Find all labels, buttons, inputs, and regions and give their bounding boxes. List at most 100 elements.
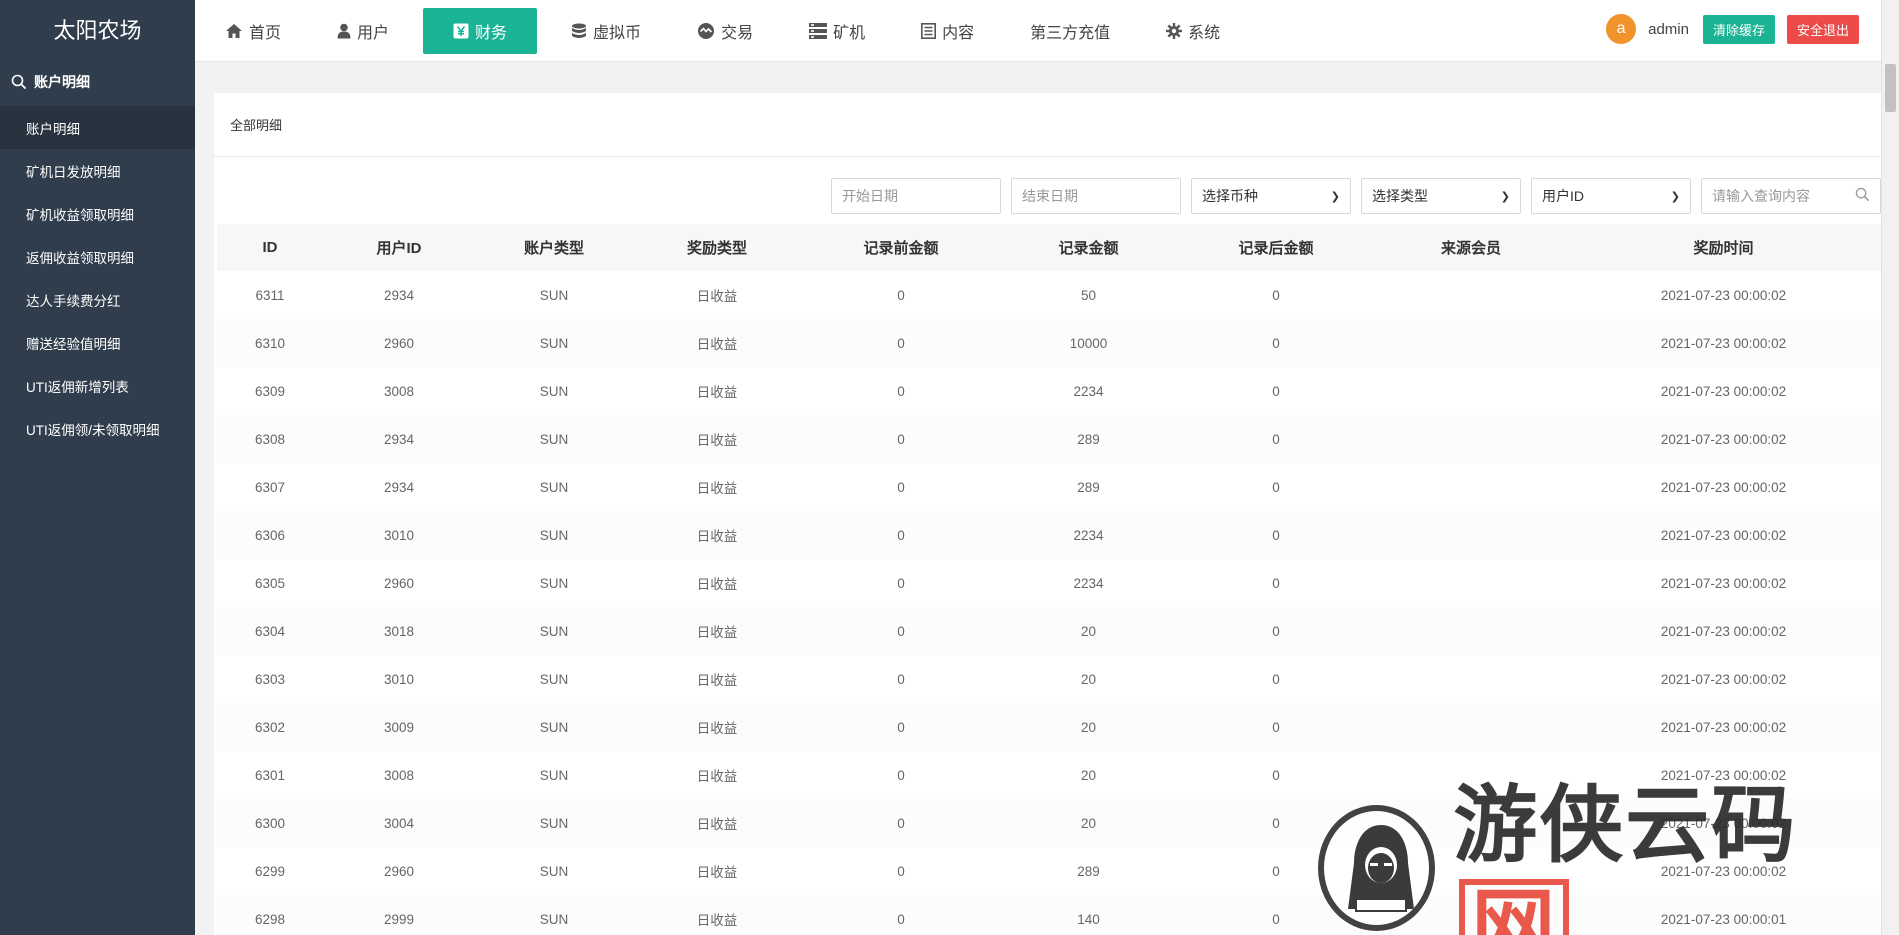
table-cell: 6306 <box>254 527 286 543</box>
table-cell: 日收益 <box>696 913 738 928</box>
hacker-logo-icon <box>1318 804 1436 931</box>
table-cell: 6308 <box>254 431 286 447</box>
table-cell: 20 <box>1080 719 1097 735</box>
table-row[interactable]: 6306 3010 SUN 日收益 0 2234 0 2021-07-23 00:00:02 <box>217 511 1881 559</box>
nav-system[interactable]: 系统 <box>1138 8 1248 54</box>
top-navbar: 首页 用户 财务 虚拟币 交易 矿机 内容 第三方充值 系统 a admin 清… <box>195 0 1899 62</box>
scrollbar-thumb[interactable] <box>1885 64 1896 112</box>
yen-icon <box>453 23 469 39</box>
top-scrollbar[interactable] <box>1881 0 1899 62</box>
table-row[interactable]: 6308 2934 SUN 日收益 0 289 0 2021-07-23 00:00:02 <box>217 415 1881 463</box>
table-cell: 3008 <box>383 767 415 783</box>
nav-finance[interactable]: 财务 <box>423 8 538 54</box>
table-cell: SUN <box>539 527 569 543</box>
user-icon <box>337 23 351 39</box>
watermark-text: 游侠云码网 <box>1453 758 1878 935</box>
column-header: 记录前金额 <box>863 240 939 257</box>
table-cell: 6303 <box>254 671 286 687</box>
watermark-main-text: 游侠云码 <box>1453 776 1798 874</box>
table-cell: 0 <box>1272 623 1280 639</box>
sidebar-item-rebate-earnings[interactable]: 返佣收益领取明细 <box>0 235 195 278</box>
sidebar-item-miner-earnings[interactable]: 矿机收益领取明细 <box>0 192 195 235</box>
table-cell: 0 <box>897 431 905 447</box>
table-cell: SUN <box>539 719 569 735</box>
table-cell: 0 <box>897 527 905 543</box>
sidebar-section-header[interactable]: 账户明细 <box>0 58 195 106</box>
table-row[interactable]: 6309 3008 SUN 日收益 0 2234 0 2021-07-23 00:00:02 <box>217 367 1881 415</box>
column-header: ID <box>262 239 278 256</box>
sidebar-item-expert-dividend[interactable]: 达人手续费分红 <box>0 278 195 321</box>
table-cell: 日收益 <box>696 625 738 640</box>
table-row[interactable]: 6310 2960 SUN 日收益 0 10000 0 2021-07-23 00:00:02 <box>217 319 1881 367</box>
currency-select[interactable]: 选择币种 ❯ <box>1191 178 1351 214</box>
table-row[interactable]: 6302 3009 SUN 日收益 0 20 0 2021-07-23 00:00:02 <box>217 703 1881 751</box>
nav-content-label: 内容 <box>942 25 975 42</box>
table-cell: 6305 <box>254 575 286 591</box>
table-cell: 日收益 <box>696 529 738 544</box>
table-row[interactable]: 6304 3018 SUN 日收益 0 20 0 2021-07-23 00:00:02 <box>217 607 1881 655</box>
type-select[interactable]: 选择类型 ❯ <box>1361 178 1521 214</box>
logout-button[interactable]: 安全退出 <box>1786 14 1859 44</box>
table-cell: 2021-07-23 00:00:02 <box>1660 479 1787 495</box>
exchange-icon <box>697 22 715 40</box>
table-cell: 0 <box>1272 767 1280 783</box>
table-cell: 0 <box>1272 383 1280 399</box>
table-cell: 3004 <box>383 815 415 831</box>
tab-all-details[interactable]: 全部明细 <box>226 115 286 134</box>
user-field-select[interactable]: 用户ID ❯ <box>1531 178 1691 214</box>
table-cell: 2021-07-23 00:00:02 <box>1660 527 1787 543</box>
nav-miner[interactable]: 矿机 <box>781 8 893 54</box>
table-cell: 2021-07-23 00:00:02 <box>1660 671 1787 687</box>
start-date-input[interactable]: 开始日期 <box>831 178 1001 214</box>
username[interactable]: admin <box>1648 21 1689 38</box>
nav-home[interactable]: 首页 <box>195 8 309 54</box>
table-cell: 日收益 <box>696 865 738 880</box>
table-cell: 0 <box>897 335 905 351</box>
nav-user[interactable]: 用户 <box>309 8 417 54</box>
sidebar-item-experience-gift[interactable]: 赠送经验值明细 <box>0 321 195 364</box>
table-cell <box>1376 415 1566 463</box>
search-icon[interactable] <box>1855 187 1870 205</box>
search-icon <box>10 73 28 91</box>
table-cell: 日收益 <box>696 769 738 784</box>
table-cell: SUN <box>539 863 569 879</box>
table-cell: 0 <box>897 815 905 831</box>
nav-crypto-label: 虚拟币 <box>593 25 642 42</box>
table-cell: 日收益 <box>696 673 738 688</box>
column-header: 来源会员 <box>1440 240 1501 257</box>
sidebar-item-account-detail[interactable]: 账户明细 <box>0 106 195 149</box>
table-cell: 0 <box>1272 671 1280 687</box>
nav-third-party-recharge[interactable]: 第三方充值 <box>1002 8 1138 54</box>
table-row[interactable]: 6303 3010 SUN 日收益 0 20 0 2021-07-23 00:00:02 <box>217 655 1881 703</box>
table-cell: SUN <box>539 383 569 399</box>
table-cell <box>1376 271 1566 319</box>
sidebar-item-miner-daily[interactable]: 矿机日发放明细 <box>0 149 195 192</box>
table-cell: 0 <box>897 623 905 639</box>
nav-crypto[interactable]: 虚拟币 <box>543 8 669 54</box>
table-cell <box>1376 511 1566 559</box>
currency-select-value: 选择币种 <box>1202 188 1258 204</box>
sidebar: 太阳农场 账户明细 账户明细 矿机日发放明细 矿机收益领取明细 返佣收益领取明细… <box>0 0 195 935</box>
sidebar-item-uti-rebate-new[interactable]: UTI返佣新增列表 <box>0 364 195 407</box>
page-scrollbar[interactable] <box>1881 62 1899 935</box>
table-cell <box>1376 367 1566 415</box>
nav-miner-label: 矿机 <box>833 25 866 42</box>
table-cell: 20 <box>1080 767 1097 783</box>
table-cell: 289 <box>1077 479 1100 495</box>
table-row[interactable]: 6311 2934 SUN 日收益 0 50 0 2021-07-23 00:00:02 <box>217 271 1881 319</box>
column-header: 记录金额 <box>1058 240 1119 257</box>
nav-trade[interactable]: 交易 <box>669 8 781 54</box>
table-cell <box>1376 655 1566 703</box>
search-input[interactable]: 请输入查询内容 <box>1701 178 1881 214</box>
table-cell: 日收益 <box>696 577 738 592</box>
avatar[interactable]: a <box>1606 14 1637 44</box>
table-row[interactable]: 6305 2960 SUN 日收益 0 2234 0 2021-07-23 00:00:02 <box>217 559 1881 607</box>
table-row[interactable]: 6307 2934 SUN 日收益 0 289 0 2021-07-23 00:00:02 <box>217 463 1881 511</box>
nav-content[interactable]: 内容 <box>893 8 1002 54</box>
table-cell: 0 <box>1272 287 1280 303</box>
table-cell: 2960 <box>383 863 415 879</box>
sidebar-item-uti-rebate-claimed[interactable]: UTI返佣领/未领取明细 <box>0 407 195 450</box>
clear-cache-button[interactable]: 清除缓存 <box>1702 14 1775 44</box>
end-date-input[interactable]: 结束日期 <box>1011 178 1181 214</box>
column-header: 记录后金额 <box>1238 240 1314 257</box>
